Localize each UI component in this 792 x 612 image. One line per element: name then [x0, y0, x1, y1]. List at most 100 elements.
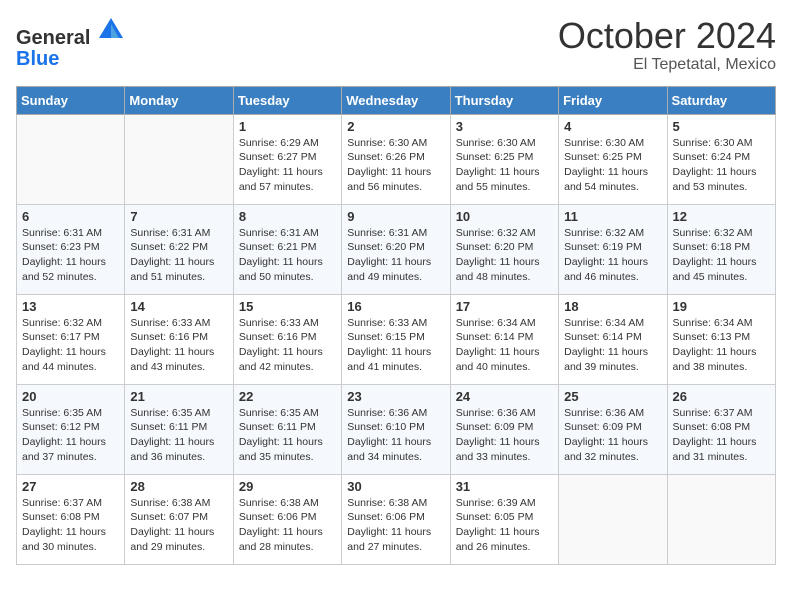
calendar-cell [17, 114, 125, 204]
day-number: 29 [239, 479, 336, 494]
calendar-cell: 29Sunrise: 6:38 AM Sunset: 6:06 PM Dayli… [233, 474, 341, 564]
day-info: Sunrise: 6:36 AM Sunset: 6:09 PM Dayligh… [456, 406, 553, 465]
day-info: Sunrise: 6:30 AM Sunset: 6:25 PM Dayligh… [564, 136, 661, 195]
day-number: 28 [130, 479, 227, 494]
day-number: 1 [239, 119, 336, 134]
header-saturday: Saturday [667, 86, 775, 114]
calendar-cell: 19Sunrise: 6:34 AM Sunset: 6:13 PM Dayli… [667, 294, 775, 384]
calendar-cell: 5 Sunrise: 6:30 AM Sunset: 6:24 PM Daylig… [667, 114, 775, 204]
calendar-cell [559, 474, 667, 564]
location-title: El Tepetatal, Mexico [558, 56, 776, 74]
calendar-cell: 26 Sunrise: 6:37 AM Sunset: 6:08 PM Dayli… [667, 384, 775, 474]
day-info: Sunrise: 6:31 AM Sunset: 6:20 PM Dayligh… [347, 226, 444, 285]
calendar-cell: 11 Sunrise: 6:32 AM Sunset: 6:19 PM Dayli… [559, 204, 667, 294]
calendar-cell: 17Sunrise: 6:34 AM Sunset: 6:14 PM Dayli… [450, 294, 558, 384]
header-thursday: Thursday [450, 86, 558, 114]
logo: General Blue [16, 16, 125, 69]
day-info: Sunrise: 6:37 AM Sunset: 6:08 PM Dayligh… [22, 496, 119, 555]
logo-blue: Blue [16, 49, 125, 69]
calendar-cell: 6Sunrise: 6:31 AM Sunset: 6:23 PM Daylig… [17, 204, 125, 294]
day-number: 10 [456, 209, 553, 224]
day-info: Sunrise: 6:35 AM Sunset: 6:12 PM Dayligh… [22, 406, 119, 465]
day-info: Sunrise: 6:30 AM Sunset: 6:26 PM Dayligh… [347, 136, 444, 195]
day-number: 3 [456, 119, 553, 134]
title-block: October 2024 El Tepetatal, Mexico [558, 16, 776, 74]
day-info: Sunrise: 6:29 AM Sunset: 6:27 PM Dayligh… [239, 136, 336, 195]
calendar-cell: 3 Sunrise: 6:30 AM Sunset: 6:25 PM Daylig… [450, 114, 558, 204]
day-info: Sunrise: 6:38 AM Sunset: 6:06 PM Dayligh… [347, 496, 444, 555]
week-row-1: 1 Sunrise: 6:29 AM Sunset: 6:27 PM Daylig… [17, 114, 776, 204]
calendar-cell: 25 Sunrise: 6:36 AM Sunset: 6:09 PM Dayli… [559, 384, 667, 474]
day-number: 17 [456, 299, 553, 314]
day-info: Sunrise: 6:30 AM Sunset: 6:24 PM Dayligh… [673, 136, 770, 195]
calendar-cell: 2 Sunrise: 6:30 AM Sunset: 6:26 PM Daylig… [342, 114, 450, 204]
calendar-cell: 16Sunrise: 6:33 AM Sunset: 6:15 PM Dayli… [342, 294, 450, 384]
day-number: 14 [130, 299, 227, 314]
day-info: Sunrise: 6:34 AM Sunset: 6:13 PM Dayligh… [673, 316, 770, 375]
day-number: 2 [347, 119, 444, 134]
day-info: Sunrise: 6:32 AM Sunset: 6:19 PM Dayligh… [564, 226, 661, 285]
header-sunday: Sunday [17, 86, 125, 114]
calendar-cell: 27 Sunrise: 6:37 AM Sunset: 6:08 PM Dayli… [17, 474, 125, 564]
calendar-cell: 4Sunrise: 6:30 AM Sunset: 6:25 PM Daylig… [559, 114, 667, 204]
week-row-4: 20 Sunrise: 6:35 AM Sunset: 6:12 PM Dayli… [17, 384, 776, 474]
calendar-cell [125, 114, 233, 204]
day-number: 12 [673, 209, 770, 224]
day-number: 18 [564, 299, 661, 314]
day-info: Sunrise: 6:31 AM Sunset: 6:21 PM Dayligh… [239, 226, 336, 285]
calendar-cell [667, 474, 775, 564]
day-info: Sunrise: 6:37 AM Sunset: 6:08 PM Dayligh… [673, 406, 770, 465]
day-number: 20 [22, 389, 119, 404]
day-info: Sunrise: 6:31 AM Sunset: 6:22 PM Dayligh… [130, 226, 227, 285]
header-row: SundayMondayTuesdayWednesdayThursdayFrid… [17, 86, 776, 114]
calendar-cell: 24Sunrise: 6:36 AM Sunset: 6:09 PM Dayli… [450, 384, 558, 474]
day-info: Sunrise: 6:38 AM Sunset: 6:07 PM Dayligh… [130, 496, 227, 555]
logo-text: General [16, 16, 125, 49]
calendar-table: SundayMondayTuesdayWednesdayThursdayFrid… [16, 86, 776, 565]
week-row-3: 13Sunrise: 6:32 AM Sunset: 6:17 PM Dayli… [17, 294, 776, 384]
calendar-cell: 21 Sunrise: 6:35 AM Sunset: 6:11 PM Dayli… [125, 384, 233, 474]
day-number: 7 [130, 209, 227, 224]
header-friday: Friday [559, 86, 667, 114]
day-info: Sunrise: 6:31 AM Sunset: 6:23 PM Dayligh… [22, 226, 119, 285]
day-info: Sunrise: 6:34 AM Sunset: 6:14 PM Dayligh… [564, 316, 661, 375]
calendar-cell: 13Sunrise: 6:32 AM Sunset: 6:17 PM Dayli… [17, 294, 125, 384]
day-info: Sunrise: 6:32 AM Sunset: 6:18 PM Dayligh… [673, 226, 770, 285]
day-number: 8 [239, 209, 336, 224]
day-number: 11 [564, 209, 661, 224]
calendar-cell: 31 Sunrise: 6:39 AM Sunset: 6:05 PM Dayli… [450, 474, 558, 564]
day-number: 21 [130, 389, 227, 404]
day-number: 27 [22, 479, 119, 494]
header-tuesday: Tuesday [233, 86, 341, 114]
calendar-cell: 12 Sunrise: 6:32 AM Sunset: 6:18 PM Dayli… [667, 204, 775, 294]
day-info: Sunrise: 6:35 AM Sunset: 6:11 PM Dayligh… [239, 406, 336, 465]
day-number: 25 [564, 389, 661, 404]
calendar-cell: 9 Sunrise: 6:31 AM Sunset: 6:20 PM Daylig… [342, 204, 450, 294]
day-number: 13 [22, 299, 119, 314]
calendar-cell: 30Sunrise: 6:38 AM Sunset: 6:06 PM Dayli… [342, 474, 450, 564]
week-row-2: 6Sunrise: 6:31 AM Sunset: 6:23 PM Daylig… [17, 204, 776, 294]
day-info: Sunrise: 6:30 AM Sunset: 6:25 PM Dayligh… [456, 136, 553, 195]
day-number: 23 [347, 389, 444, 404]
day-info: Sunrise: 6:36 AM Sunset: 6:09 PM Dayligh… [564, 406, 661, 465]
day-number: 31 [456, 479, 553, 494]
day-info: Sunrise: 6:35 AM Sunset: 6:11 PM Dayligh… [130, 406, 227, 465]
calendar-cell: 10Sunrise: 6:32 AM Sunset: 6:20 PM Dayli… [450, 204, 558, 294]
day-number: 26 [673, 389, 770, 404]
day-info: Sunrise: 6:39 AM Sunset: 6:05 PM Dayligh… [456, 496, 553, 555]
calendar-cell: 8 Sunrise: 6:31 AM Sunset: 6:21 PM Daylig… [233, 204, 341, 294]
header-monday: Monday [125, 86, 233, 114]
day-info: Sunrise: 6:33 AM Sunset: 6:16 PM Dayligh… [239, 316, 336, 375]
day-info: Sunrise: 6:36 AM Sunset: 6:10 PM Dayligh… [347, 406, 444, 465]
day-number: 5 [673, 119, 770, 134]
calendar-cell: 23 Sunrise: 6:36 AM Sunset: 6:10 PM Dayli… [342, 384, 450, 474]
day-number: 9 [347, 209, 444, 224]
header-wednesday: Wednesday [342, 86, 450, 114]
logo-general: General [16, 27, 90, 49]
day-number: 15 [239, 299, 336, 314]
month-title: October 2024 [558, 16, 776, 56]
calendar-cell: 1 Sunrise: 6:29 AM Sunset: 6:27 PM Daylig… [233, 114, 341, 204]
day-number: 16 [347, 299, 444, 314]
calendar-cell: 28 Sunrise: 6:38 AM Sunset: 6:07 PM Dayli… [125, 474, 233, 564]
logo-icon [97, 16, 125, 44]
